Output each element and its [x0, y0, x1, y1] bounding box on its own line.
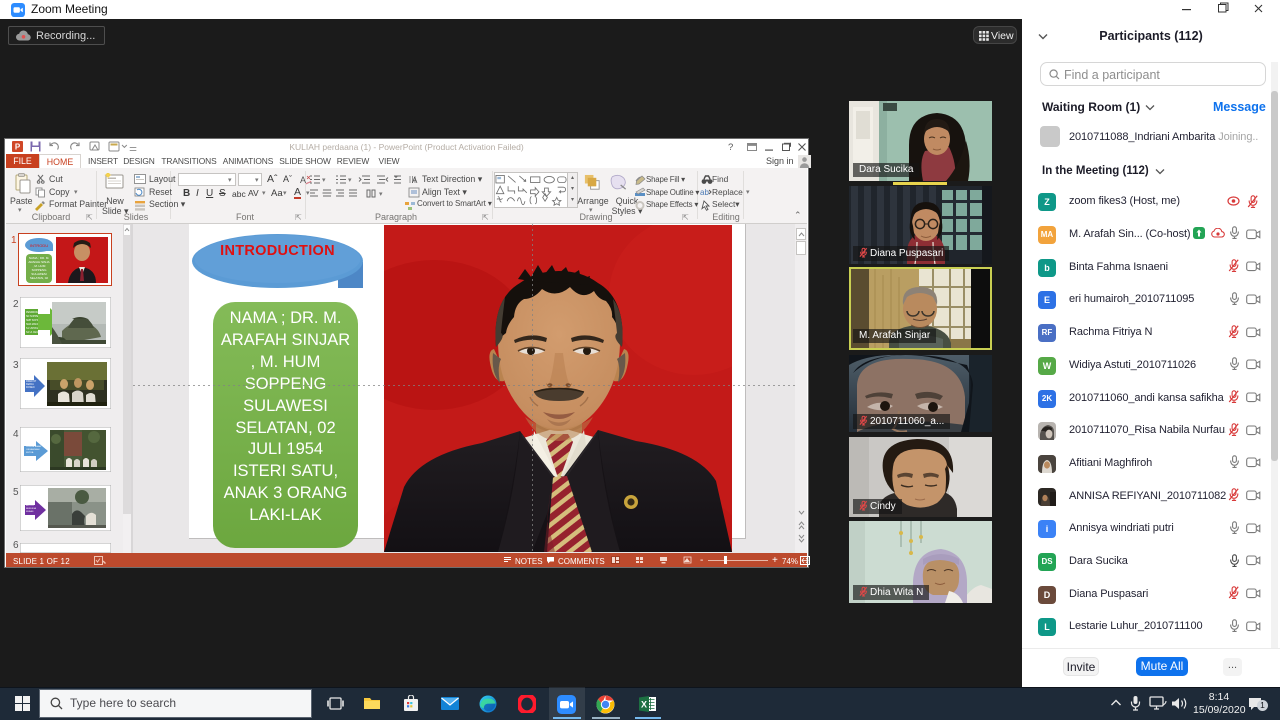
svg-text:S1 UNHAS: S1 UNHAS [26, 327, 38, 330]
svg-text:KERAS: KERAS [26, 510, 34, 513]
svg-text:S2 UI JAKARTA: S2 UI JAKARTA [26, 331, 44, 334]
svg-text:ORGANISASI: ORGANISASI [26, 448, 40, 451]
svg-text:INTRODU: INTRODU [30, 243, 48, 248]
svg-text:MOTTO: MOTTO [26, 505, 34, 507]
svg-text:ab: ab [700, 188, 709, 197]
svg-text:▾: ▾ [322, 177, 326, 184]
svg-text:PENGALAMAN: PENGALAMAN [26, 445, 42, 448]
svg-text:A: A [412, 176, 418, 185]
svg-text:DOSEN: DOSEN [26, 386, 35, 389]
svg-text:X: X [641, 700, 647, 710]
svg-text:SELATAN, 02: SELATAN, 02 [30, 276, 49, 280]
svg-text:▾: ▾ [379, 191, 383, 198]
svg-text:KETUA: KETUA [26, 451, 34, 454]
svg-text:PENDIDIKAN: PENDIDIKAN [26, 311, 41, 314]
svg-text:BEKERJA: BEKERJA [26, 507, 37, 510]
svg-text:▾: ▾ [348, 177, 352, 184]
